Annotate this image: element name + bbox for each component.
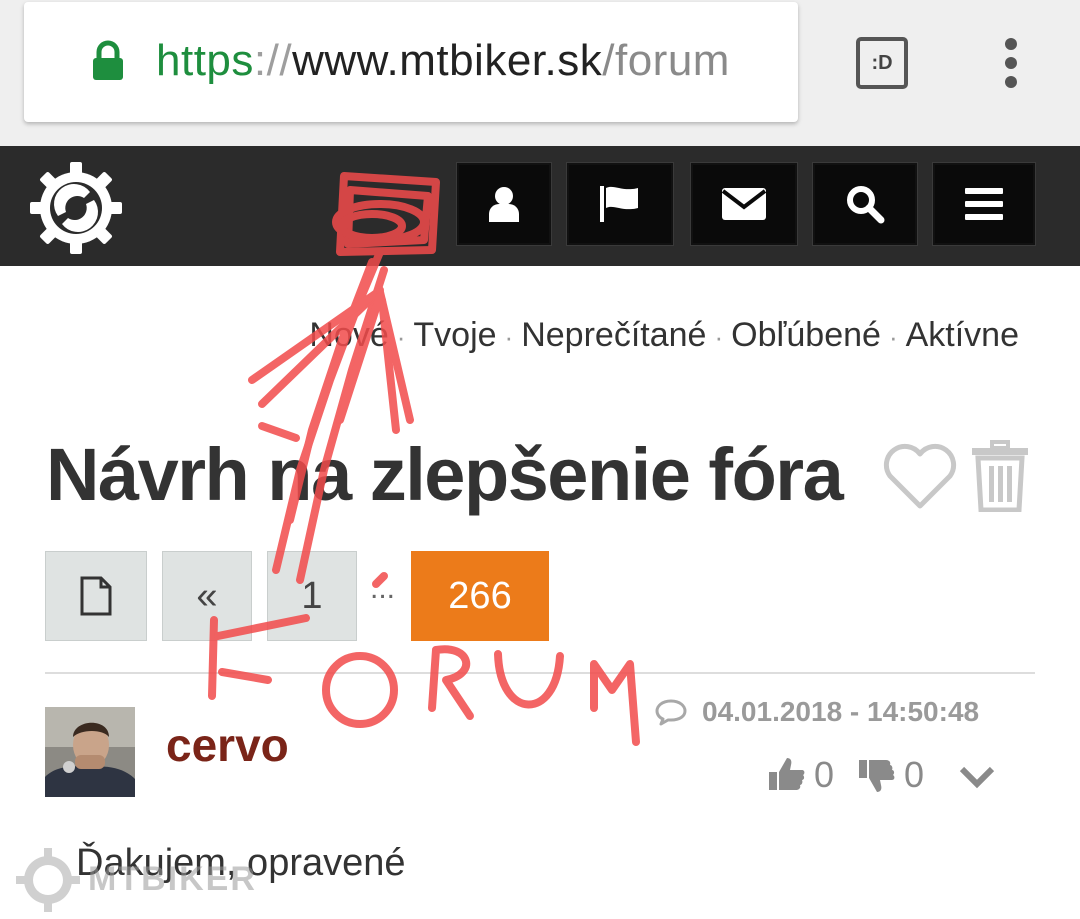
- browser-menu-icon[interactable]: [1002, 38, 1020, 90]
- flag-icon: [600, 186, 638, 222]
- subnav-separator: ·: [504, 322, 514, 352]
- user-button[interactable]: [456, 162, 552, 246]
- url-text[interactable]: https://www.mtbiker.sk/forum: [156, 36, 798, 86]
- site-header: [0, 146, 1080, 266]
- watermark-text: MTBIKER: [88, 860, 257, 898]
- url-path: /forum: [602, 36, 730, 85]
- tab-switcher-icon[interactable]: :D: [856, 37, 908, 89]
- divider: [45, 672, 1035, 674]
- pagination-page-1[interactable]: 1: [267, 551, 357, 641]
- user-icon: [489, 187, 519, 222]
- avatar[interactable]: [45, 707, 135, 797]
- address-bar[interactable]: https://www.mtbiker.sk/forum: [24, 2, 798, 122]
- messages-button[interactable]: [690, 162, 798, 246]
- pagination-ellipsis: ...: [370, 572, 396, 605]
- subnav-separator: ·: [714, 322, 724, 352]
- thumbs-down-icon[interactable]: [858, 758, 896, 794]
- browser-toolbar: https://www.mtbiker.sk/forum :D: [0, 0, 1080, 146]
- subnav-link-nove[interactable]: Nové: [309, 316, 388, 354]
- trash-icon[interactable]: [970, 440, 1030, 512]
- post-date: 04.01.2018 - 14:50:48: [654, 696, 979, 728]
- url-separator: ://: [253, 36, 293, 85]
- pagination-first-button[interactable]: «: [162, 551, 252, 641]
- subnav-separator: ·: [396, 322, 406, 352]
- favorite-heart-icon[interactable]: [880, 442, 960, 512]
- hamburger-menu-icon: [965, 188, 1003, 220]
- post-date-text: 04.01.2018 - 14:50:48: [702, 696, 980, 727]
- thumbs-up-icon[interactable]: [768, 756, 806, 792]
- menu-button[interactable]: [932, 162, 1036, 246]
- pagination-current-page[interactable]: 266: [411, 551, 549, 641]
- like-count: 0: [814, 754, 835, 795]
- subnav-separator: ·: [888, 322, 898, 352]
- search-button[interactable]: [812, 162, 918, 246]
- document-icon: [80, 576, 112, 616]
- search-icon: [847, 186, 885, 224]
- lock-icon: [93, 40, 123, 80]
- dislike-count: 0: [904, 754, 925, 795]
- subnav-link-aktivne[interactable]: Aktívne: [906, 316, 1019, 354]
- screen: https://www.mtbiker.sk/forum :D Nové · T…: [0, 0, 1080, 919]
- envelope-icon: [721, 188, 767, 220]
- mtbiker-logo-icon[interactable]: [28, 160, 124, 256]
- flag-button[interactable]: [566, 162, 674, 246]
- subnav-link-neprecitane[interactable]: Neprečítané: [521, 316, 706, 354]
- chevron-down-icon[interactable]: [958, 764, 996, 790]
- comment-icon: [655, 699, 687, 726]
- subnav-link-oblubene[interactable]: Obľúbené: [731, 316, 881, 354]
- url-host: www.mtbiker.sk: [292, 36, 603, 85]
- author-name[interactable]: cervo: [166, 718, 289, 772]
- url-scheme: https: [156, 36, 254, 85]
- subnav-link-tvoje[interactable]: Tvoje: [413, 316, 496, 354]
- new-post-button[interactable]: [45, 551, 147, 641]
- forum-subnav: Nové · Tvoje · Neprečítané · Obľúbené · Aktívne: [309, 316, 1019, 355]
- thread-title: Návrh na zlepšenie fóra: [46, 433, 844, 516]
